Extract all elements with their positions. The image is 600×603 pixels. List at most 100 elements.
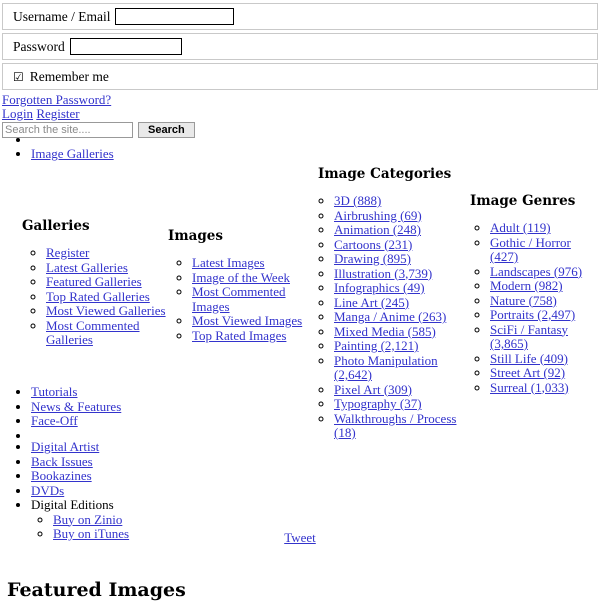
- nav-item-back-issues[interactable]: Back Issues: [31, 454, 129, 470]
- images-link-top-rated[interactable]: Top Rated Images: [192, 328, 286, 343]
- category-link-animation[interactable]: Animation (248): [334, 222, 421, 237]
- nav-link-tutorials[interactable]: Tutorials: [31, 384, 77, 399]
- list-item[interactable]: Animation (248): [334, 222, 470, 238]
- genre-link-gothic-horror[interactable]: Gothic / Horror (427): [490, 235, 571, 265]
- nav-link-back-issues[interactable]: Back Issues: [31, 454, 93, 469]
- digital-editions-link-zinio[interactable]: Buy on Zinio: [53, 512, 122, 527]
- category-link-pixel-art[interactable]: Pixel Art (309): [334, 382, 412, 397]
- list-item[interactable]: Register: [46, 245, 172, 261]
- list-item[interactable]: Airbrushing (69): [334, 208, 470, 224]
- list-item[interactable]: Street Art (92): [490, 365, 600, 381]
- list-item[interactable]: Latest Images: [192, 255, 308, 271]
- username-input[interactable]: [115, 8, 235, 25]
- list-item[interactable]: Modern (982): [490, 278, 600, 294]
- nav-item-face-off[interactable]: Face-Off: [31, 413, 121, 429]
- category-link-mixed-media[interactable]: Mixed Media (585): [334, 324, 436, 339]
- tweet-link[interactable]: Tweet: [284, 530, 316, 545]
- genre-link-scifi-fantasy[interactable]: SciFi / Fantasy (3,865): [490, 322, 568, 352]
- galleries-link-register[interactable]: Register: [46, 245, 89, 260]
- genre-link-still-life[interactable]: Still Life (409): [490, 351, 568, 366]
- category-link-infographics[interactable]: Infographics (49): [334, 280, 425, 295]
- list-item[interactable]: Most Commented Images: [192, 284, 308, 314]
- galleries-link-latest[interactable]: Latest Galleries: [46, 260, 128, 275]
- galleries-link-most-commented[interactable]: Most Commented Galleries: [46, 318, 140, 348]
- list-item[interactable]: Top Rated Galleries: [46, 289, 172, 305]
- genre-link-portraits[interactable]: Portraits (2,497): [490, 307, 575, 322]
- list-item[interactable]: SciFi / Fantasy (3,865): [490, 322, 600, 352]
- nav-link-image-galleries[interactable]: Image Galleries: [31, 146, 114, 161]
- list-item[interactable]: Drawing (895): [334, 251, 470, 267]
- images-link-most-commented[interactable]: Most Commented Images: [192, 284, 286, 314]
- list-item[interactable]: Pixel Art (309): [334, 382, 470, 398]
- nav-item-digital-artist[interactable]: Digital Artist: [31, 439, 129, 455]
- nav-link-bookazines[interactable]: Bookazines: [31, 468, 92, 483]
- genre-link-adult[interactable]: Adult (119): [490, 220, 551, 235]
- nav-link-digital-artist[interactable]: Digital Artist: [31, 439, 99, 454]
- list-item[interactable]: Painting (2,121): [334, 338, 470, 354]
- category-link-3d[interactable]: 3D (888): [334, 193, 381, 208]
- category-link-drawing[interactable]: Drawing (895): [334, 251, 411, 266]
- list-item[interactable]: Illustration (3,739): [334, 266, 470, 282]
- category-link-typography[interactable]: Typography (37): [334, 396, 422, 411]
- list-item[interactable]: Line Art (245): [334, 295, 470, 311]
- login-link[interactable]: Login: [2, 106, 33, 121]
- search-button[interactable]: Search: [138, 122, 195, 138]
- list-item[interactable]: Walkthroughs / Process (18): [334, 411, 470, 441]
- list-item[interactable]: Surreal (1,033): [490, 380, 600, 396]
- images-link-latest[interactable]: Latest Images: [192, 255, 265, 270]
- nav-item-tutorials[interactable]: Tutorials: [31, 384, 121, 400]
- list-item[interactable]: 3D (888): [334, 193, 470, 209]
- images-link-image-of-the-week[interactable]: Image of the Week: [192, 270, 290, 285]
- list-item[interactable]: Cartoons (231): [334, 237, 470, 253]
- password-input[interactable]: [69, 38, 182, 55]
- category-link-cartoons[interactable]: Cartoons (231): [334, 237, 412, 252]
- list-item[interactable]: Infographics (49): [334, 280, 470, 296]
- list-item[interactable]: Still Life (409): [490, 351, 600, 367]
- genre-link-street-art[interactable]: Street Art (92): [490, 365, 565, 380]
- list-item[interactable]: Portraits (2,497): [490, 307, 600, 323]
- list-item[interactable]: Most Viewed Images: [192, 313, 308, 329]
- forgotten-password-link[interactable]: Forgotten Password?: [2, 92, 111, 107]
- images-link-most-viewed[interactable]: Most Viewed Images: [192, 313, 302, 328]
- nav-item-bookazines[interactable]: Bookazines: [31, 468, 129, 484]
- nav-item-news-features[interactable]: News & Features: [31, 399, 121, 415]
- genre-link-surreal[interactable]: Surreal (1,033): [490, 380, 569, 395]
- list-item[interactable]: Typography (37): [334, 396, 470, 412]
- nav-item-image-galleries[interactable]: Image Galleries: [31, 146, 114, 162]
- list-item[interactable]: Latest Galleries: [46, 260, 172, 276]
- list-item[interactable]: Manga / Anime (263): [334, 309, 470, 325]
- category-link-line-art[interactable]: Line Art (245): [334, 295, 409, 310]
- category-link-airbrushing[interactable]: Airbrushing (69): [334, 208, 422, 223]
- genre-link-modern[interactable]: Modern (982): [490, 278, 563, 293]
- genre-link-landscapes[interactable]: Landscapes (976): [490, 264, 582, 279]
- galleries-link-most-viewed[interactable]: Most Viewed Galleries: [46, 303, 166, 318]
- galleries-link-top-rated[interactable]: Top Rated Galleries: [46, 289, 150, 304]
- list-item[interactable]: Most Viewed Galleries: [46, 303, 172, 319]
- category-link-illustration[interactable]: Illustration (3,739): [334, 266, 432, 281]
- list-item[interactable]: Featured Galleries: [46, 274, 172, 290]
- checkbox-checked-icon[interactable]: ☑: [13, 71, 24, 83]
- register-link[interactable]: Register: [36, 106, 79, 121]
- genre-link-nature[interactable]: Nature (758): [490, 293, 557, 308]
- list-item[interactable]: Adult (119): [490, 220, 600, 236]
- remember-me-row[interactable]: ☑ Remember me: [2, 63, 598, 90]
- list-item[interactable]: Image of the Week: [192, 270, 308, 286]
- remember-me-label[interactable]: Remember me: [30, 69, 109, 85]
- list-item[interactable]: Top Rated Images: [192, 328, 308, 344]
- list-item[interactable]: Buy on Zinio: [53, 512, 129, 528]
- list-item[interactable]: Landscapes (976): [490, 264, 600, 280]
- list-item[interactable]: Nature (758): [490, 293, 600, 309]
- category-link-painting[interactable]: Painting (2,121): [334, 338, 419, 353]
- nav-item-dvds[interactable]: DVDs: [31, 483, 129, 499]
- category-link-manga-anime[interactable]: Manga / Anime (263): [334, 309, 446, 324]
- nav-link-dvds[interactable]: DVDs: [31, 483, 64, 498]
- category-link-walkthroughs-process[interactable]: Walkthroughs / Process (18): [334, 411, 456, 441]
- list-item[interactable]: Photo Manipulation (2,642): [334, 353, 470, 383]
- list-item[interactable]: Most Commented Galleries: [46, 318, 172, 348]
- nav-link-news-features[interactable]: News & Features: [31, 399, 121, 414]
- category-link-photo-manipulation[interactable]: Photo Manipulation (2,642): [334, 353, 438, 383]
- list-item[interactable]: Gothic / Horror (427): [490, 235, 600, 265]
- nav-link-face-off[interactable]: Face-Off: [31, 413, 78, 428]
- list-item[interactable]: Mixed Media (585): [334, 324, 470, 340]
- galleries-link-featured[interactable]: Featured Galleries: [46, 274, 142, 289]
